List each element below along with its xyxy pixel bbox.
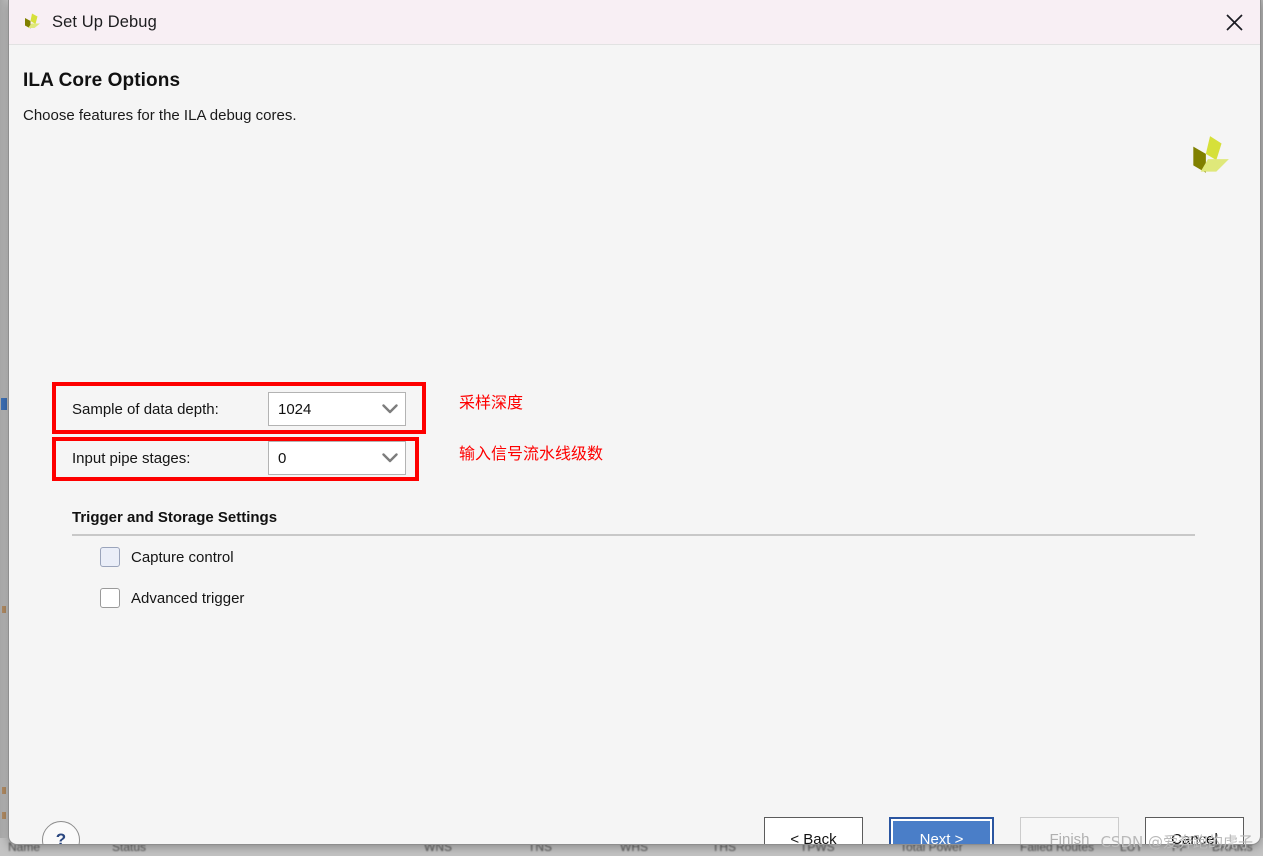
annotation-text-pipe-stages: 输入信号流水线级数 [459,444,604,463]
background-marker [2,812,6,819]
set-up-debug-dialog: Set Up Debug ILA Core Options Choose fea… [8,0,1261,845]
checkbox-label-capture-control: Capture control [131,548,234,566]
next-button[interactable]: Next > [889,817,994,845]
label-sample-data-depth: Sample of data depth: [72,400,219,418]
checkbox-capture-control[interactable] [100,547,120,567]
checkbox-row-capture-control[interactable]: Capture control [100,547,234,567]
background-marker [2,787,6,794]
background-selection-marker [1,398,7,410]
group-heading-trigger-storage: Trigger and Storage Settings [72,509,278,526]
help-button[interactable]: ? [42,821,80,844]
dialog-title: Set Up Debug [52,12,157,31]
dialog-titlebar: Set Up Debug [9,0,1260,45]
back-button-label: < Back [790,830,837,845]
page-title: ILA Core Options [23,70,181,91]
label-input-pipe-stages: Input pipe stages: [72,449,191,467]
combobox-value-sample-data-depth: 1024 [278,400,312,418]
combobox-input-pipe-stages[interactable]: 0 [268,441,406,475]
field-row-input-pipe-stages: Input pipe stages: 0 [72,441,406,475]
dialog-body: Sample of data depth: 1024 Input pipe st… [9,163,1260,799]
page-subtitle: Choose features for the ILA debug cores. [23,107,297,124]
background-marker [2,606,6,613]
annotation-text-sample-depth: 采样深度 [459,393,524,412]
combobox-value-input-pipe-stages: 0 [278,449,287,467]
close-icon[interactable] [1208,0,1260,44]
finish-button-label: Finish [1049,830,1090,845]
checkbox-label-advanced-trigger: Advanced trigger [131,589,245,607]
combobox-sample-data-depth[interactable]: 1024 [268,392,406,426]
watermark: CSDN @爱奔跑的虎子 [1100,833,1253,851]
group-divider [72,534,1195,536]
field-row-sample-data-depth: Sample of data depth: 1024 [72,392,406,426]
next-button-label: Next > [919,830,964,845]
chevron-down-icon [375,453,405,463]
vivado-pinwheel-icon [21,11,43,33]
back-button[interactable]: < Back [764,817,863,845]
dialog-header: ILA Core Options Choose features for the… [9,45,1260,173]
chevron-down-icon [375,404,405,414]
checkbox-advanced-trigger[interactable] [100,588,120,608]
checkbox-row-advanced-trigger[interactable]: Advanced trigger [100,588,244,608]
dialog-footer: ? < Back Next > Finish Cancel [9,799,1260,845]
